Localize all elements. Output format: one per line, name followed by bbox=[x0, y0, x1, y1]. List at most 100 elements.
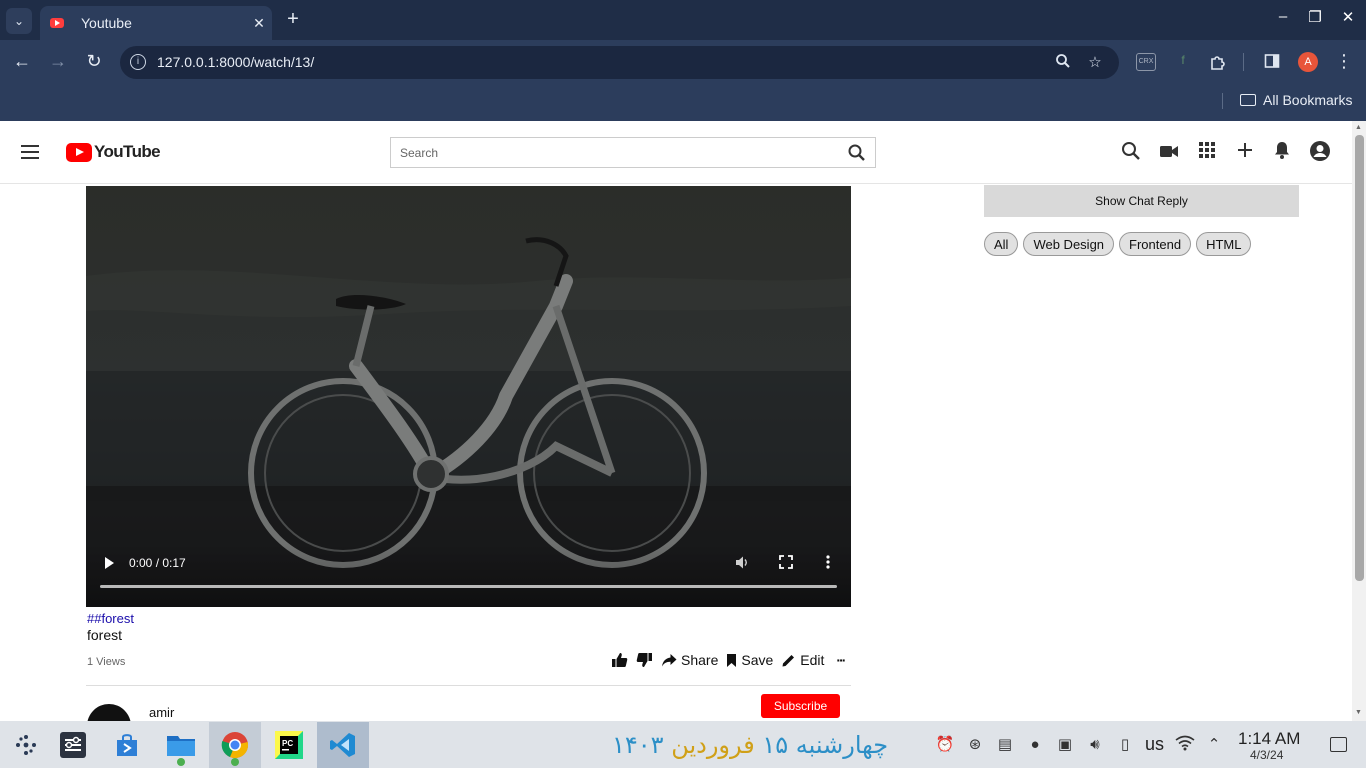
search-bar bbox=[390, 137, 876, 168]
thumbs-down-icon bbox=[636, 653, 652, 667]
browser-titlebar: ⌄ Youtube ✕ + – ❐ ✕ bbox=[0, 0, 1366, 40]
chip-all[interactable]: All bbox=[984, 232, 1019, 256]
dislike-button[interactable] bbox=[636, 652, 653, 668]
plus-icon[interactable] bbox=[1235, 140, 1259, 164]
clipboard-icon[interactable]: ▤ bbox=[995, 735, 1015, 755]
play-icon[interactable] bbox=[105, 557, 114, 569]
video-hashtag-link[interactable]: ##forest bbox=[87, 611, 134, 626]
chip-frontend[interactable]: Frontend bbox=[1119, 232, 1192, 256]
search-icon[interactable] bbox=[847, 143, 867, 163]
svg-text:PC: PC bbox=[282, 739, 293, 748]
apps-grid-icon[interactable] bbox=[1197, 140, 1221, 164]
store-app-icon[interactable] bbox=[101, 722, 153, 768]
search-input[interactable] bbox=[391, 138, 831, 167]
like-button[interactable] bbox=[611, 652, 628, 668]
screenshot-icon[interactable]: ▣ bbox=[1055, 735, 1075, 755]
extension-icon[interactable]: f bbox=[1173, 53, 1193, 71]
keyboard-language[interactable]: us bbox=[1145, 734, 1164, 755]
video-title: forest bbox=[87, 627, 123, 643]
tab-search-icon[interactable]: ⌄ bbox=[6, 8, 32, 34]
tab-title: Youtube bbox=[81, 15, 132, 31]
filter-chips: All Web Design Frontend HTML bbox=[984, 232, 1252, 256]
show-chat-reply-button[interactable]: Show Chat Reply bbox=[984, 185, 1299, 217]
persian-year: ۱۴۰۳ bbox=[612, 731, 664, 759]
all-bookmarks-label: All Bookmarks bbox=[1263, 92, 1353, 108]
youtube-logo[interactable]: YouTube bbox=[66, 142, 161, 162]
crx-extension-icon[interactable]: CRX bbox=[1136, 53, 1156, 71]
site-info-icon[interactable]: i bbox=[130, 54, 146, 70]
video-progress-bar[interactable] bbox=[100, 585, 837, 588]
volume-icon[interactable] bbox=[734, 555, 750, 571]
notification-bell-icon[interactable] bbox=[1272, 140, 1296, 164]
tab-close-icon[interactable]: ✕ bbox=[246, 15, 272, 32]
show-desktop-icon[interactable] bbox=[1330, 737, 1347, 752]
edit-label: Edit bbox=[800, 652, 825, 668]
lightbulb-icon[interactable]: ● bbox=[1025, 735, 1045, 755]
app-launcher-icon[interactable] bbox=[0, 722, 52, 768]
new-tab-icon[interactable]: + bbox=[282, 8, 304, 31]
forward-icon[interactable]: → bbox=[46, 51, 70, 72]
video-player[interactable]: 0:00 / 0:17 bbox=[86, 186, 851, 607]
side-panel-icon[interactable] bbox=[1262, 53, 1282, 71]
browser-tab[interactable]: Youtube ✕ bbox=[40, 6, 272, 40]
vscode-app-icon[interactable] bbox=[317, 722, 369, 768]
browser-toolbar: ← → ↻ i 127.0.0.1:8000/watch/13/ ☆ CRX f… bbox=[0, 40, 1366, 85]
all-bookmarks-button[interactable]: All Bookmarks bbox=[1240, 92, 1352, 108]
pencil-icon bbox=[782, 654, 795, 666]
back-icon[interactable]: ← bbox=[10, 51, 34, 72]
bookmark-star-icon[interactable]: ☆ bbox=[1086, 53, 1104, 71]
persian-day: چهارشنبه ۱۵ bbox=[762, 731, 889, 759]
folder-icon bbox=[1240, 94, 1256, 106]
video-controls bbox=[86, 543, 851, 607]
extensions-puzzle-icon[interactable] bbox=[1208, 53, 1228, 71]
youtube-header: YouTube bbox=[0, 121, 1352, 184]
zoom-icon[interactable] bbox=[1054, 53, 1072, 73]
minimize-icon[interactable]: – bbox=[1271, 8, 1295, 25]
clock-time[interactable]: 1:14 AM bbox=[1238, 729, 1300, 749]
volume-tray-icon[interactable]: 🔊︎ bbox=[1085, 735, 1105, 755]
save-label: Save bbox=[741, 652, 774, 668]
bookmark-icon bbox=[727, 653, 737, 667]
file-manager-app-icon[interactable] bbox=[155, 722, 207, 768]
chip-html[interactable]: HTML bbox=[1196, 232, 1252, 256]
more-actions-button[interactable]: ··· bbox=[832, 652, 846, 668]
video-more-options-icon[interactable] bbox=[820, 555, 836, 571]
fullscreen-icon[interactable] bbox=[778, 555, 794, 571]
browser-menu-icon[interactable]: ⋮ bbox=[1332, 51, 1356, 72]
page-scrollbar[interactable]: ▲ ▼ bbox=[1352, 121, 1366, 721]
chevron-up-icon[interactable]: ⌃ bbox=[1204, 735, 1224, 755]
pycharm-app-icon[interactable]: PC bbox=[263, 722, 315, 768]
view-count: 1 Views bbox=[87, 656, 126, 668]
window-close-icon[interactable]: ✕ bbox=[1336, 8, 1360, 26]
edit-button[interactable]: Edit bbox=[781, 652, 824, 668]
video-camera-icon[interactable] bbox=[1158, 140, 1182, 164]
address-bar[interactable]: i 127.0.0.1:8000/watch/13/ ☆ bbox=[120, 46, 1119, 79]
channel-avatar[interactable] bbox=[87, 704, 131, 721]
bookmarks-bar: All Bookmarks bbox=[0, 85, 1366, 121]
reload-icon[interactable]: ↻ bbox=[82, 51, 106, 72]
restore-icon[interactable]: ❐ bbox=[1303, 8, 1327, 26]
chrome-app-icon[interactable] bbox=[209, 722, 261, 768]
scroll-down-icon[interactable]: ▼ bbox=[1355, 709, 1362, 716]
subscribe-button[interactable]: Subscribe bbox=[761, 694, 840, 718]
alarm-icon[interactable]: ⏰ bbox=[935, 735, 955, 755]
wifi-icon[interactable] bbox=[1175, 735, 1195, 755]
update-icon[interactable]: ⊛ bbox=[965, 735, 985, 755]
address-url[interactable]: 127.0.0.1:8000/watch/13/ bbox=[157, 54, 314, 70]
save-button[interactable]: Save bbox=[726, 652, 773, 668]
battery-icon[interactable]: ▯ bbox=[1115, 735, 1135, 755]
share-button[interactable]: Share bbox=[661, 652, 718, 668]
scroll-up-icon[interactable]: ▲ bbox=[1355, 124, 1362, 131]
chip-web-design[interactable]: Web Design bbox=[1023, 232, 1115, 256]
search-icon[interactable] bbox=[1120, 140, 1144, 164]
hamburger-menu-icon[interactable] bbox=[21, 145, 39, 159]
clock-date[interactable]: 4/3/24 bbox=[1250, 748, 1283, 762]
profile-avatar[interactable]: A bbox=[1298, 52, 1318, 72]
share-label: Share bbox=[681, 652, 719, 668]
scroll-thumb[interactable] bbox=[1355, 135, 1364, 581]
account-circle-icon[interactable] bbox=[1309, 140, 1333, 164]
video-actions: Share Save Edit ··· bbox=[611, 652, 846, 668]
settings-app-icon[interactable] bbox=[47, 722, 99, 768]
page-content: YouTube Search 0:00 / 0:17 ##forest fore… bbox=[0, 121, 1352, 721]
channel-name[interactable]: amir bbox=[149, 705, 174, 720]
